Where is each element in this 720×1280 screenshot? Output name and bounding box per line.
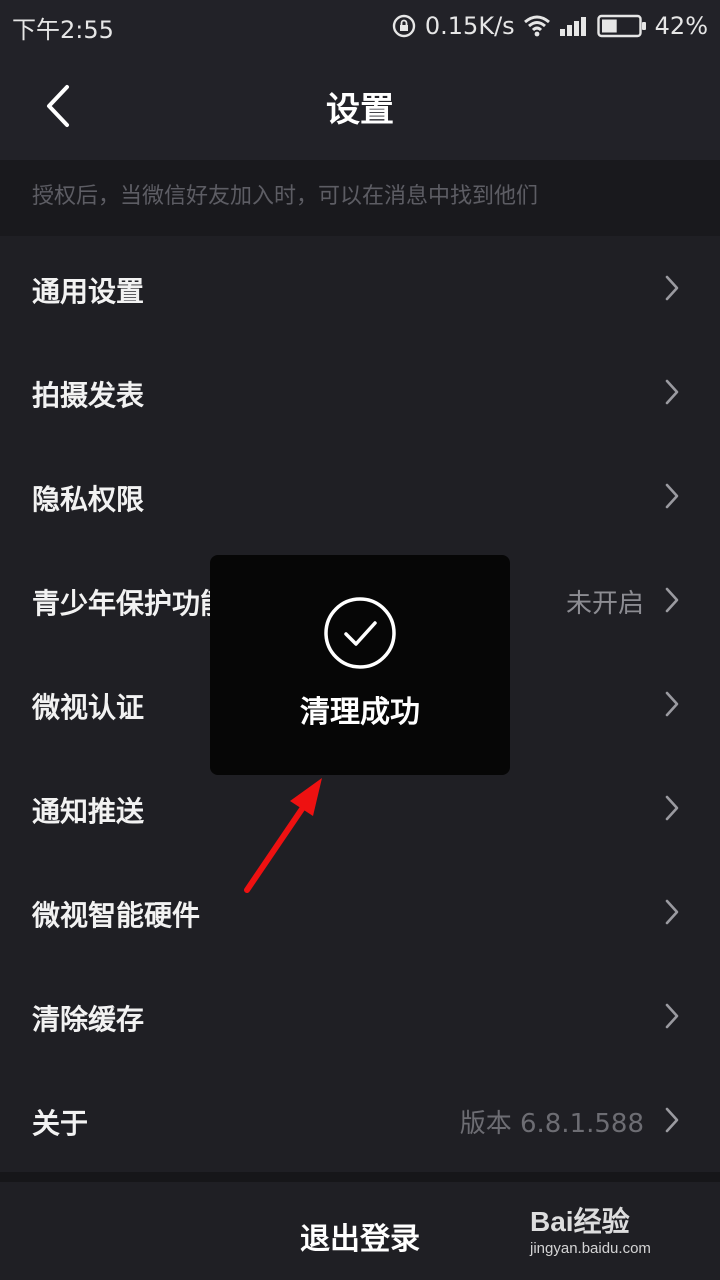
settings-item-label: 通知推送 <box>32 795 145 828</box>
chevron-right-icon <box>665 1003 679 1029</box>
baidu-watermark: Bai经验 jingyan.baidu.com <box>530 1200 680 1272</box>
settings-item-label: 关于 <box>32 1107 89 1140</box>
settings-item-smart-hardware[interactable]: 微视智能硬件 <box>0 860 720 964</box>
settings-item-clear-cache[interactable]: 清除缓存 <box>0 964 720 1068</box>
chevron-right-icon <box>665 587 679 613</box>
chevron-right-icon <box>665 483 679 509</box>
settings-item-label: 隐私权限 <box>32 483 145 516</box>
settings-item-label: 微视智能硬件 <box>32 899 201 932</box>
net-speed: 0.15K/s <box>424 12 515 40</box>
chevron-right-icon <box>665 691 679 717</box>
settings-item-about[interactable]: 关于 版本 6.8.1.588 <box>0 1068 720 1172</box>
nav-header: 设置 <box>0 52 720 160</box>
signal-icon <box>559 15 589 37</box>
battery-percent: 42% <box>654 12 708 40</box>
chevron-right-icon <box>665 1107 679 1133</box>
settings-item-label: 微视认证 <box>32 691 145 724</box>
section-divider <box>0 1172 720 1182</box>
watermark-url: jingyan.baidu.com <box>530 1240 651 1257</box>
wifi-icon <box>523 15 551 37</box>
hint-text: 授权后，当微信好友加入时，可以在消息中找到他们 <box>32 184 539 209</box>
hint-bar: 授权后，当微信好友加入时，可以在消息中找到他们 <box>0 160 720 236</box>
watermark-logo: Bai经验 <box>530 1206 630 1237</box>
settings-item-label: 清除缓存 <box>32 1003 145 1036</box>
status-bar: 下午2:55 0.15K/s 42% <box>0 0 720 52</box>
success-toast: 清理成功 <box>210 555 510 775</box>
status-right: 0.15K/s 42% <box>391 10 708 42</box>
status-time: 下午2:55 <box>12 16 114 44</box>
version-text: 版本 6.8.1.588 <box>459 1109 644 1139</box>
settings-item-label: 通用设置 <box>32 275 145 308</box>
chevron-right-icon <box>665 379 679 405</box>
toast-text: 清理成功 <box>300 695 420 730</box>
battery-icon <box>596 14 647 38</box>
chevron-right-icon <box>665 275 679 301</box>
chevron-right-icon <box>665 795 679 821</box>
page-title: 设置 <box>326 90 394 130</box>
check-circle-icon <box>324 597 396 669</box>
settings-item-label: 拍摄发表 <box>32 379 145 412</box>
settings-item-general[interactable]: 通用设置 <box>0 236 720 340</box>
chevron-right-icon <box>665 899 679 925</box>
settings-item-label: 青少年保护功能 <box>32 587 229 620</box>
settings-item-value: 未开启 <box>565 589 644 619</box>
settings-item-privacy[interactable]: 隐私权限 <box>0 444 720 548</box>
rotation-lock-icon <box>391 13 417 39</box>
settings-item-capture-publish[interactable]: 拍摄发表 <box>0 340 720 444</box>
